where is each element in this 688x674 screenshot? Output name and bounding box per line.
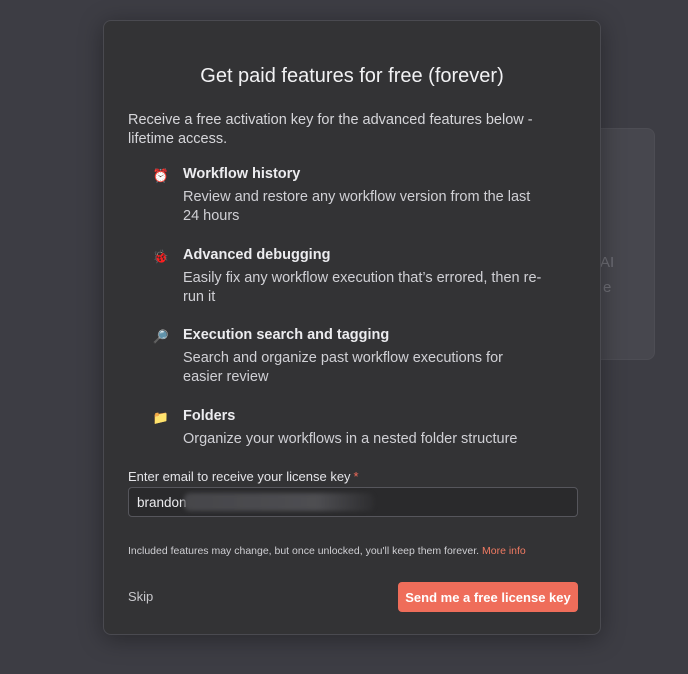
modal-title: Get paid features for free (forever) [200, 65, 504, 87]
folder-icon: 📁 [152, 410, 170, 425]
magnifier-icon: 🔎 [152, 329, 170, 344]
feature-description: Review and restore any workflow version … [183, 189, 531, 224]
email-label-text: Enter email to receive your license key [128, 469, 351, 484]
disclaimer-body: Included features may change, but once u… [128, 545, 480, 557]
feature-title: Workflow history [183, 166, 301, 182]
feature-title: Advanced debugging [183, 247, 331, 263]
feature-title: Folders [183, 408, 236, 424]
feature-description: Search and organize past workflow execut… [183, 350, 503, 385]
feature-title: Execution search and tagging [183, 327, 390, 343]
skip-button[interactable]: Skip [128, 589, 153, 604]
bug-icon: 🐞 [152, 249, 170, 264]
feature-description: Organize your workflows in a nested fold… [183, 431, 518, 447]
feature-description: Easily fix any workflow execution that’s… [183, 270, 542, 305]
more-info-link[interactable]: More info [482, 545, 526, 557]
send-license-key-button[interactable]: Send me a free license key [398, 582, 578, 612]
alarm-clock-icon: ⏰ [152, 168, 170, 183]
email-field-label: Enter email to receive your license key * [128, 469, 359, 484]
modal-intro-text: Receive a free activation key for the ad… [128, 112, 533, 147]
redacted-email-blur [184, 493, 374, 511]
license-modal: Get paid features for free (forever) Rec… [103, 20, 601, 635]
disclaimer-text: Included features may change, but once u… [128, 545, 526, 557]
required-marker: * [353, 469, 359, 484]
background-text-fragment: AI [600, 254, 615, 271]
background-text-fragment: e [603, 279, 612, 296]
